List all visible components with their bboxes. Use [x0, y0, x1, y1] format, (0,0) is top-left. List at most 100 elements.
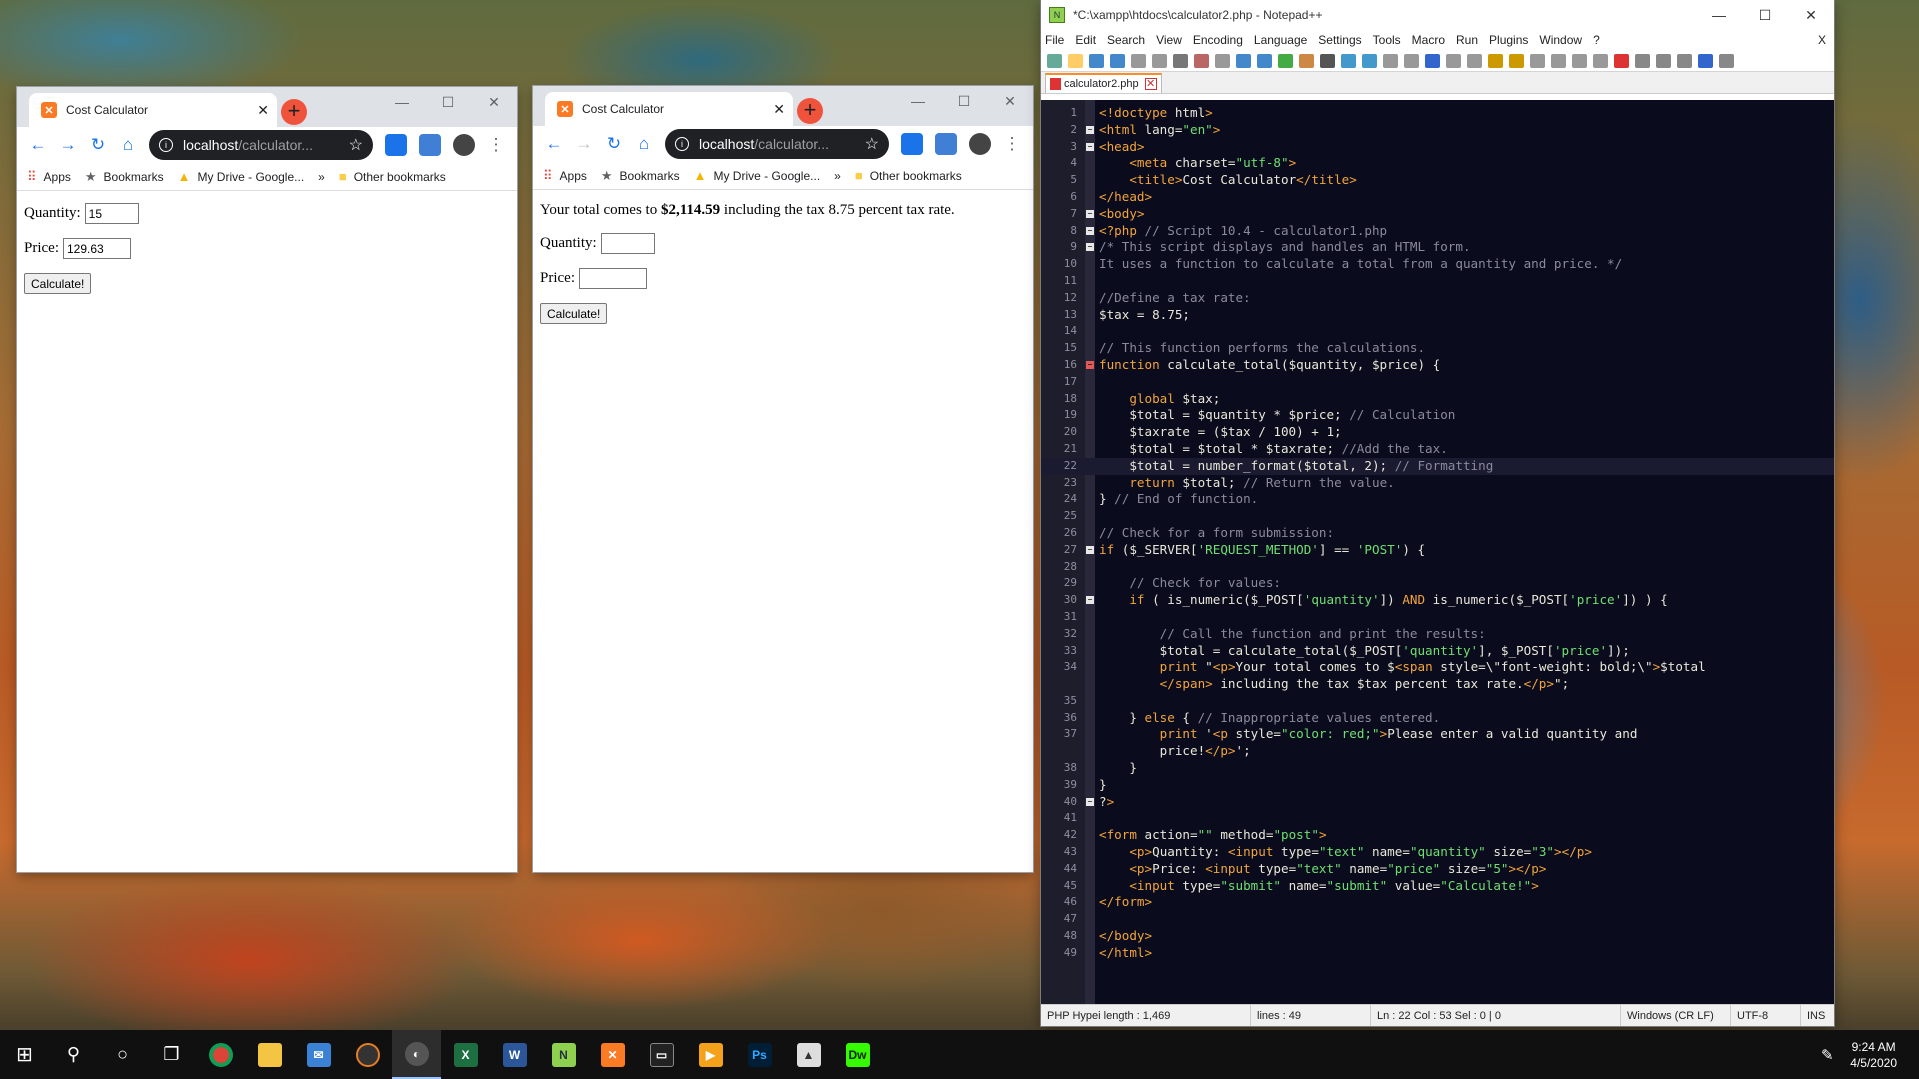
- fold-toggle-icon[interactable]: −: [1086, 209, 1094, 218]
- folder-workspace-icon[interactable]: [1551, 53, 1566, 68]
- function-list-icon[interactable]: [1530, 53, 1545, 68]
- doc-map-icon[interactable]: [1509, 53, 1524, 68]
- forward-arrow-icon[interactable]: →: [569, 129, 599, 159]
- play-icon[interactable]: [1635, 53, 1650, 68]
- menu-item-window[interactable]: Window: [1539, 33, 1582, 47]
- code-line[interactable]: 7− <body>: [1041, 206, 1834, 223]
- bookmark-drive[interactable]: ▲ My Drive - Google...: [178, 169, 305, 184]
- menu-item-view[interactable]: View: [1156, 33, 1182, 47]
- zoom-out-icon[interactable]: [1362, 53, 1377, 68]
- image-viewer-icon[interactable]: ▲: [784, 1030, 833, 1079]
- price-input[interactable]: [579, 268, 647, 289]
- code-line[interactable]: 43 <p>Quantity: <input type="text" name=…: [1041, 844, 1834, 861]
- media-player-icon[interactable]: [343, 1030, 392, 1079]
- code-line[interactable]: 22 $total = number_format($total, 2); //…: [1041, 457, 1834, 475]
- code-line[interactable]: 17: [1041, 374, 1834, 391]
- code-line[interactable]: 28: [1041, 559, 1834, 576]
- browser-tab[interactable]: ✕ Cost Calculator ✕: [29, 93, 277, 127]
- code-line[interactable]: 18 global $tax;: [1041, 391, 1834, 408]
- close-tab-icon[interactable]: ✕: [773, 101, 785, 118]
- new-tab-button[interactable]: +: [797, 98, 823, 124]
- code-line[interactable]: 14: [1041, 323, 1834, 340]
- sync-h-icon[interactable]: [1404, 53, 1419, 68]
- code-editor[interactable]: 1 <!doctype html> 2− <html lang="en"> 3− <hea…: [1041, 100, 1834, 1004]
- sync-v-icon[interactable]: [1383, 53, 1398, 68]
- code-line[interactable]: 16− function calculate_total($quantity, $…: [1041, 357, 1834, 374]
- code-line[interactable]: 6 </head>: [1041, 189, 1834, 206]
- code-line[interactable]: 48 </body>: [1041, 928, 1834, 945]
- chrome-taskbar-icon[interactable]: [196, 1030, 245, 1079]
- show-all-icon[interactable]: [1446, 53, 1461, 68]
- extension-chart-icon[interactable]: [385, 134, 407, 156]
- fold-toggle-icon[interactable]: −: [1086, 142, 1094, 151]
- code-line[interactable]: 12 //Define a tax rate:: [1041, 290, 1834, 307]
- extra1-icon[interactable]: [1698, 53, 1713, 68]
- forward-arrow-icon[interactable]: →: [53, 130, 83, 160]
- menu-item-run[interactable]: Run: [1456, 33, 1478, 47]
- menu-item-language[interactable]: Language: [1254, 33, 1307, 47]
- code-line[interactable]: 9−/* This script displays and handles an…: [1041, 239, 1834, 256]
- code-line[interactable]: 45 <input type="submit" name="submit" va…: [1041, 878, 1834, 895]
- bookmark-drive[interactable]: ▲ My Drive - Google...: [694, 168, 821, 183]
- calculate-button[interactable]: Calculate!: [24, 273, 92, 294]
- stop-icon[interactable]: [1614, 53, 1629, 68]
- info-icon[interactable]: i: [159, 138, 173, 152]
- menu-item-tools[interactable]: Tools: [1373, 33, 1401, 47]
- paste-icon[interactable]: [1236, 53, 1251, 68]
- browser-tab[interactable]: ✕ Cost Calculator ✕: [545, 92, 793, 126]
- code-line[interactable]: 49 </html>: [1041, 945, 1834, 962]
- slides-icon[interactable]: ▶: [686, 1030, 735, 1079]
- menu-item-edit[interactable]: Edit: [1075, 33, 1096, 47]
- document-tab[interactable]: calculator2.php ✕: [1045, 73, 1162, 93]
- code-line[interactable]: 39}: [1041, 777, 1834, 794]
- bookmark-other[interactable]: ■ Other bookmarks: [339, 169, 446, 184]
- code-line[interactable]: 36 } else { // Inappropriate values ente…: [1041, 710, 1834, 727]
- code-line[interactable]: 27− if ($_SERVER['REQUEST_METHOD'] == 'PO…: [1041, 542, 1834, 559]
- code-line[interactable]: 2− <html lang="en">: [1041, 122, 1834, 139]
- monitor-icon[interactable]: [1572, 53, 1587, 68]
- extension-chart-icon[interactable]: [901, 133, 923, 155]
- menu-item-plugins[interactable]: Plugins: [1489, 33, 1528, 47]
- menu-item-help[interactable]: ?: [1593, 33, 1600, 47]
- code-line[interactable]: 32 // Call the function and print the re…: [1041, 626, 1834, 643]
- close-window-icon[interactable]: ✕: [471, 87, 517, 117]
- menu-dots-icon[interactable]: ⋮: [997, 129, 1027, 159]
- code-line[interactable]: 24} // End of function.: [1041, 491, 1834, 508]
- menu-item-file[interactable]: File: [1045, 33, 1064, 47]
- code-line[interactable]: 33 $total = calculate_total($_POST['quan…: [1041, 643, 1834, 660]
- photoshop-icon[interactable]: Ps: [735, 1030, 784, 1079]
- code-line[interactable]: 44 <p>Price: <input type="text" name="pr…: [1041, 861, 1834, 878]
- code-line[interactable]: 3− <head>: [1041, 139, 1834, 156]
- cortana-icon[interactable]: ○: [98, 1030, 147, 1079]
- udl-icon[interactable]: [1488, 53, 1503, 68]
- photos-icon[interactable]: ◐: [392, 1030, 441, 1079]
- quantity-input[interactable]: [600, 233, 655, 254]
- bookmark-overflow[interactable]: »: [318, 170, 325, 184]
- word-icon[interactable]: W: [490, 1030, 539, 1079]
- excel-icon[interactable]: X: [441, 1030, 490, 1079]
- word-wrap-icon[interactable]: [1425, 53, 1440, 68]
- code-line[interactable]: 37 print '<p style="color: red;">Please …: [1041, 726, 1834, 743]
- fold-toggle-icon[interactable]: −: [1086, 226, 1094, 235]
- close-document-icon[interactable]: X: [1818, 33, 1826, 47]
- code-line[interactable]: 30− if ( is_numeric($_POST['quantity']) …: [1041, 592, 1834, 609]
- home-icon[interactable]: ⌂: [629, 129, 659, 159]
- save-macro-icon[interactable]: [1677, 53, 1692, 68]
- price-input[interactable]: [63, 238, 131, 259]
- bookmark-apps[interactable]: ⠿ Apps: [27, 169, 71, 185]
- profile-avatar-icon[interactable]: [453, 134, 475, 156]
- fold-toggle-icon[interactable]: −: [1086, 545, 1094, 554]
- maximize-icon[interactable]: ☐: [1742, 7, 1788, 24]
- windows-start-icon[interactable]: ⊞: [0, 1030, 49, 1079]
- code-line[interactable]: 34 print "<p>Your total comes to $<span …: [1041, 659, 1834, 676]
- pen-icon[interactable]: ✎: [1812, 1030, 1842, 1079]
- play-multi-icon[interactable]: [1656, 53, 1671, 68]
- info-icon[interactable]: i: [675, 137, 689, 151]
- menu-item-settings[interactable]: Settings: [1318, 33, 1361, 47]
- find-icon[interactable]: [1299, 53, 1314, 68]
- code-line[interactable]: 35: [1041, 693, 1834, 710]
- code-line[interactable]: 21 $total = $total * $taxrate; //Add the…: [1041, 441, 1834, 458]
- file-explorer-icon[interactable]: [245, 1030, 294, 1079]
- code-line[interactable]: 4 <meta charset="utf-8">: [1041, 155, 1834, 172]
- address-bar[interactable]: i localhost/calculator... ☆: [149, 130, 373, 160]
